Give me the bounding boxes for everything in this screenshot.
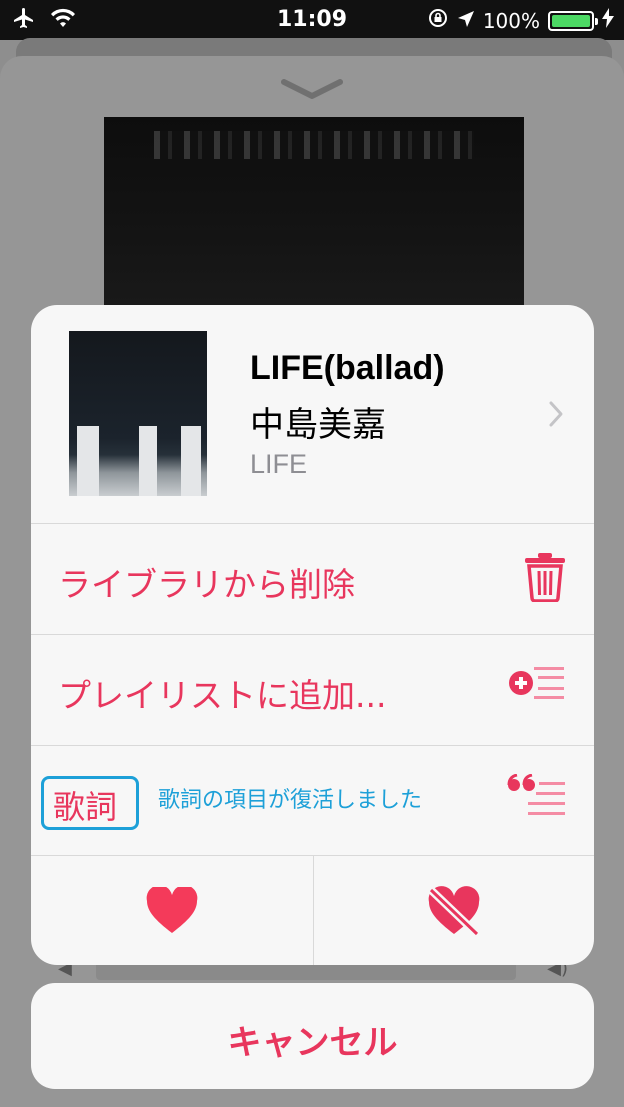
status-bar: 11:09 100%	[0, 0, 624, 40]
lyrics-annotation: 歌詞の項目が復活しました	[158, 788, 423, 813]
lyrics-label: 歌詞	[53, 788, 118, 826]
dislike-button[interactable]	[313, 856, 594, 965]
album-name: LIFE	[250, 449, 308, 479]
cancel-label: キャンセル	[227, 1023, 398, 1063]
song-title: LIFE(ballad)	[250, 349, 445, 387]
lyrics-button[interactable]: 歌詞 歌詞の項目が復活しました	[31, 745, 594, 855]
remove-from-library-button[interactable]: ライブラリから削除	[31, 523, 594, 633]
album-artwork	[69, 331, 207, 496]
add-to-playlist-label: プレイリストに追加...	[58, 676, 387, 715]
add-to-playlist-icon	[508, 663, 566, 707]
song-header[interactable]: LIFE(ballad) 中島美嘉 LIFE	[31, 305, 594, 523]
now-playing-artwork	[104, 117, 524, 317]
heart-broken-icon	[428, 886, 480, 936]
love-button[interactable]	[31, 856, 313, 965]
heart-icon	[146, 887, 198, 933]
battery-percent: 100%	[482, 8, 540, 33]
orientation-lock-icon	[427, 7, 449, 34]
remove-from-library-label: ライブラリから削除	[58, 565, 355, 604]
charging-icon	[602, 8, 614, 33]
trash-icon	[524, 552, 566, 606]
location-icon	[457, 9, 475, 33]
battery-icon	[548, 10, 598, 31]
lyrics-icon	[506, 773, 566, 824]
love-row	[31, 855, 594, 965]
artist-name: 中島美嘉	[250, 405, 386, 445]
chevron-right-icon	[548, 400, 564, 432]
action-sheet: LIFE(ballad) 中島美嘉 LIFE ライブラリから削除 プレイリストに…	[31, 305, 594, 965]
cancel-button[interactable]: キャンセル	[31, 983, 594, 1089]
add-to-playlist-button[interactable]: プレイリストに追加...	[31, 634, 594, 744]
chevron-down-icon[interactable]	[280, 78, 344, 104]
